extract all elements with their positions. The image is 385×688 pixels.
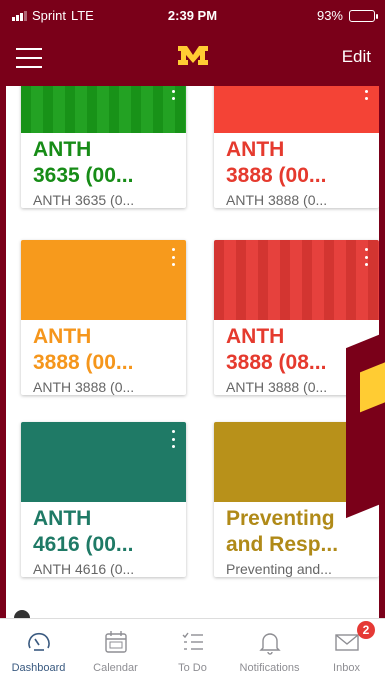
tab-label: Notifications — [239, 662, 300, 674]
card-title-line: ANTH — [226, 138, 285, 161]
tab-label: To Do — [178, 662, 207, 674]
card-subtitle: ANTH 3888 (0... — [33, 379, 135, 395]
dashboard-grid: ANTH 3635 (00... ANTH 3635 (0... ANTH 3888… — [6, 86, 379, 618]
inbox-badge: 2 — [357, 621, 375, 639]
tab-notifications[interactable]: Notifications — [231, 619, 308, 688]
battery-icon — [349, 9, 378, 22]
card-title-line: 3635 (00... — [33, 164, 134, 187]
envelope-icon — [335, 634, 359, 651]
course-card[interactable]: ANTH 3888 (00... ANTH 3888 (0... — [21, 240, 186, 395]
card-title: ANTH 3635 (00... — [21, 133, 186, 189]
card-banner — [21, 240, 186, 320]
card-banner — [21, 86, 186, 133]
course-card[interactable]: ANTH 3888 (00... ANTH 3888 (0... — [214, 86, 379, 208]
card-title-line: ANTH — [226, 325, 285, 348]
card-subtitle: Preventing and... — [226, 561, 332, 577]
bell-icon — [259, 633, 281, 655]
scroll-peek-avatar — [14, 610, 30, 618]
status-bar: Sprint LTE 2:39 PM 93% — [0, 0, 385, 30]
tab-bar: Dashboard Calendar To Do Notifications 2… — [0, 618, 385, 688]
card-subtitle: ANTH 4616 (0... — [33, 561, 135, 577]
card-banner — [214, 86, 379, 133]
overlay-popup-edge — [346, 331, 385, 519]
card-title-line: 3888 (00... — [226, 164, 327, 187]
card-title-line: 4616 (00... — [33, 533, 134, 556]
nav-bar: Edit — [0, 30, 385, 86]
tab-dashboard[interactable]: Dashboard — [0, 619, 77, 688]
card-menu-icon[interactable] — [365, 86, 369, 100]
course-card[interactable]: ANTH 3635 (00... ANTH 3635 (0... — [21, 86, 186, 208]
card-title-line: ANTH — [33, 325, 92, 348]
edit-button[interactable]: Edit — [342, 47, 371, 67]
tab-label: Calendar — [93, 662, 138, 674]
card-menu-icon[interactable] — [172, 86, 176, 100]
tab-todo[interactable]: To Do — [154, 619, 231, 688]
card-subtitle: ANTH 3888 (0... — [226, 192, 328, 208]
card-subtitle: ANTH 3635 (0... — [33, 192, 135, 208]
course-card[interactable]: ANTH 4616 (00... ANTH 4616 (0... — [21, 422, 186, 577]
card-title-line: ANTH — [33, 138, 92, 161]
card-banner — [214, 240, 379, 320]
tab-inbox[interactable]: 2 Inbox — [308, 619, 385, 688]
todo-icon — [182, 632, 203, 650]
calendar-icon — [105, 631, 127, 653]
card-menu-icon[interactable] — [365, 248, 369, 266]
card-banner — [21, 422, 186, 502]
hamburger-icon[interactable] — [16, 48, 42, 68]
tab-label: Dashboard — [11, 662, 66, 674]
card-menu-icon[interactable] — [172, 430, 176, 448]
card-title: ANTH 4616 (00... — [21, 502, 186, 558]
tab-label: Inbox — [333, 662, 360, 674]
card-title-line: 3888 (00... — [33, 351, 134, 374]
card-title: ANTH 3888 (00... — [214, 133, 379, 189]
card-menu-icon[interactable] — [172, 248, 176, 266]
status-right: 93% — [316, 8, 378, 23]
card-title-line: ANTH — [33, 507, 92, 530]
battery-percent: 93% — [316, 8, 343, 23]
university-m-logo — [178, 46, 208, 65]
dashboard-icon — [28, 632, 50, 651]
tab-calendar[interactable]: Calendar — [77, 619, 154, 688]
card-title-line: and Resp... — [226, 533, 339, 556]
card-photo — [21, 86, 186, 133]
card-title: ANTH 3888 (00... — [21, 320, 186, 376]
card-photo — [214, 240, 379, 320]
